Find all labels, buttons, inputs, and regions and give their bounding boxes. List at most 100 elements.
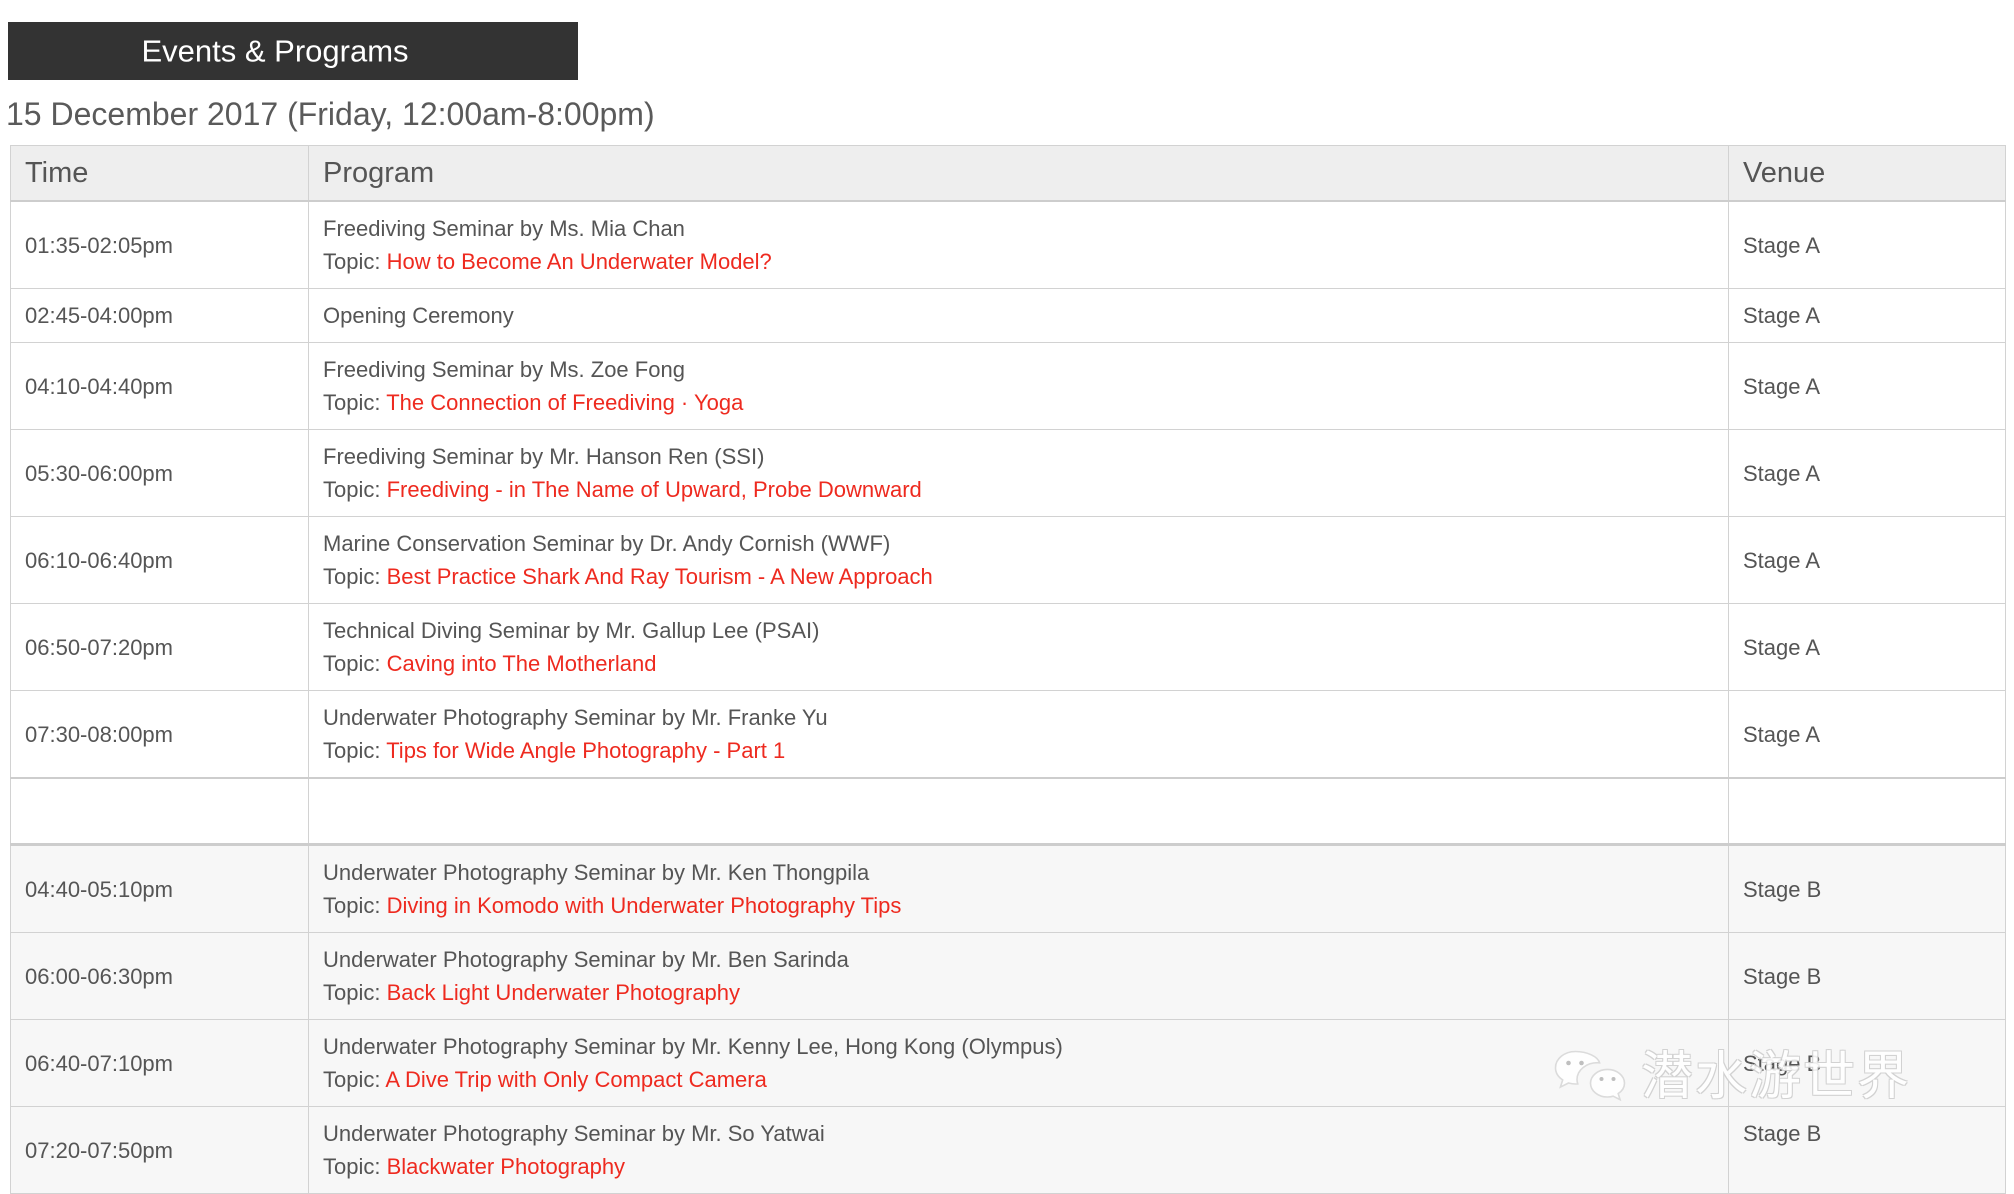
table-row: 06:10-06:40pm Marine Conservation Seminar… [10,516,2006,604]
cell-time: 02:45-04:00pm [10,288,309,343]
events-schedule-table: Time Program Venue 01:35-02:05pm Freedivi… [10,145,2006,1194]
cell-program: Marine Conservation Seminar by Dr. Andy … [308,516,1729,604]
topic-text: How to Become An Underwater Model? [386,249,772,274]
program-topic-line: Topic: Freediving - in The Name of Upwar… [323,473,1714,506]
program-presenter: Underwater Photography Seminar by Mr. Fr… [323,705,828,730]
program-presenter: Underwater Photography Seminar by Mr. Be… [323,947,849,972]
table-spacer-row [10,777,2006,846]
cell-program: Freediving Seminar by Ms. Mia Chan Topic:… [308,200,1729,289]
column-header-venue: Venue [1728,145,2006,202]
table-header: Time Program Venue [10,145,2006,202]
spacer-cell [1728,777,2006,846]
table-row: 06:40-07:10pm Underwater Photography Semi… [10,1019,2006,1107]
cell-venue: Stage B [1728,1019,2006,1107]
topic-label: Topic: [323,651,387,676]
topic-label: Topic: [323,249,387,274]
program-topic-line: Topic: Best Practice Shark And Ray Touri… [323,560,1714,593]
cell-time: 07:30-08:00pm [10,690,309,779]
table-row: 04:40-05:10pm Underwater Photography Semi… [10,844,2006,933]
cell-venue: Stage A [1728,603,2006,691]
cell-venue: Stage A [1728,200,2006,289]
topic-text: A Dive Trip with Only Compact Camera [385,1067,767,1092]
table-row: 04:10-04:40pm Freediving Seminar by Ms. Z… [10,342,2006,430]
program-presenter: Marine Conservation Seminar by Dr. Andy … [323,531,891,556]
cell-venue: Stage B [1728,1106,2006,1194]
program-topic-line: Topic: The Connection of Freediving · Yo… [323,386,1714,419]
topic-text: Diving in Komodo with Underwater Photogr… [386,893,902,918]
program-topic-line: Topic: Caving into The Motherland [323,647,1714,680]
cell-program: Underwater Photography Seminar by Mr. So… [308,1106,1729,1194]
topic-label: Topic: [323,1154,387,1179]
program-topic-line: Topic: How to Become An Underwater Model… [323,245,1714,278]
table-header-row: Time Program Venue [10,145,2006,202]
topic-label: Topic: [323,564,387,589]
cell-venue: Stage A [1728,516,2006,604]
table-row: 05:30-06:00pm Freediving Seminar by Mr. H… [10,429,2006,517]
cell-program: Underwater Photography Seminar by Mr. Ke… [308,1019,1729,1107]
cell-time: 04:10-04:40pm [10,342,309,430]
program-presenter: Freediving Seminar by Ms. Zoe Fong [323,357,685,382]
column-header-time: Time [10,145,309,202]
cell-time: 05:30-06:00pm [10,429,309,517]
schedule-page: Events & Programs 15 December 2017 (Frid… [0,0,2014,1194]
spacer-cell [308,777,1729,846]
program-topic-line: Topic: Diving in Komodo with Underwater … [323,889,1714,922]
section-title-bar: Events & Programs [8,22,578,80]
cell-program: Underwater Photography Seminar by Mr. Ke… [308,844,1729,933]
table-row: 01:35-02:05pm Freediving Seminar by Ms. M… [10,200,2006,289]
table-row: 02:45-04:00pm Opening Ceremony Stage A [10,288,2006,343]
program-topic-line: Topic: Blackwater Photography [323,1150,1714,1183]
cell-program: Underwater Photography Seminar by Mr. Be… [308,932,1729,1020]
topic-label: Topic: [323,477,387,502]
cell-venue: Stage A [1728,342,2006,430]
topic-text: Best Practice Shark And Ray Tourism - A … [386,564,933,589]
topic-text: Caving into The Motherland [386,651,657,676]
cell-time: 06:50-07:20pm [10,603,309,691]
program-presenter: Underwater Photography Seminar by Mr. So… [323,1121,825,1146]
program-topic-line: Topic: Back Light Underwater Photography [323,976,1714,1009]
program-topic-line: Topic: A Dive Trip with Only Compact Cam… [323,1063,1714,1096]
cell-venue: Stage B [1728,932,2006,1020]
topic-text: Back Light Underwater Photography [386,980,741,1005]
program-presenter: Technical Diving Seminar by Mr. Gallup L… [323,618,820,643]
cell-time: 07:20-07:50pm [10,1106,309,1194]
topic-label: Topic: [323,980,387,1005]
section-title: Events & Programs [141,33,409,69]
cell-program: Technical Diving Seminar by Mr. Gallup L… [308,603,1729,691]
cell-time: 06:40-07:10pm [10,1019,309,1107]
schedule-date-line: 15 December 2017 (Friday, 12:00am-8:00pm… [6,96,655,132]
table-row: 06:50-07:20pm Technical Diving Seminar by… [10,603,2006,691]
topic-text: Freediving - in The Name of Upward, Prob… [386,477,922,502]
table-row: 06:00-06:30pm Underwater Photography Semi… [10,932,2006,1020]
cell-venue: Stage A [1728,690,2006,779]
topic-label: Topic: [323,1067,386,1092]
topic-text: Tips for Wide Angle Photography - Part 1 [386,738,786,763]
cell-venue: Stage A [1728,429,2006,517]
cell-time: 01:35-02:05pm [10,200,309,289]
topic-label: Topic: [323,390,387,415]
cell-venue: Stage B [1728,844,2006,933]
program-presenter: Freediving Seminar by Ms. Mia Chan [323,216,685,241]
table-row: 07:20-07:50pm Underwater Photography Semi… [10,1106,2006,1194]
table-body: 01:35-02:05pm Freediving Seminar by Ms. M… [10,200,2006,1194]
cell-time: 04:40-05:10pm [10,844,309,933]
cell-program: Freediving Seminar by Mr. Hanson Ren (SS… [308,429,1729,517]
topic-label: Topic: [323,738,387,763]
topic-text: Blackwater Photography [386,1154,626,1179]
program-presenter: Opening Ceremony [323,303,514,328]
cell-time: 06:10-06:40pm [10,516,309,604]
cell-program: Underwater Photography Seminar by Mr. Fr… [308,690,1729,779]
table-row: 07:30-08:00pm Underwater Photography Semi… [10,690,2006,779]
topic-text: The Connection of Freediving · Yoga [386,390,744,415]
column-header-program: Program [308,145,1729,202]
program-topic-line: Topic: Tips for Wide Angle Photography -… [323,734,1714,767]
cell-time: 06:00-06:30pm [10,932,309,1020]
program-presenter: Underwater Photography Seminar by Mr. Ke… [323,860,870,885]
spacer-cell [10,777,309,846]
program-presenter: Freediving Seminar by Mr. Hanson Ren (SS… [323,444,765,469]
program-presenter: Underwater Photography Seminar by Mr. Ke… [323,1034,1063,1059]
cell-program: Opening Ceremony [308,288,1729,343]
cell-program: Freediving Seminar by Ms. Zoe Fong Topic:… [308,342,1729,430]
cell-venue: Stage A [1728,288,2006,343]
topic-label: Topic: [323,893,387,918]
